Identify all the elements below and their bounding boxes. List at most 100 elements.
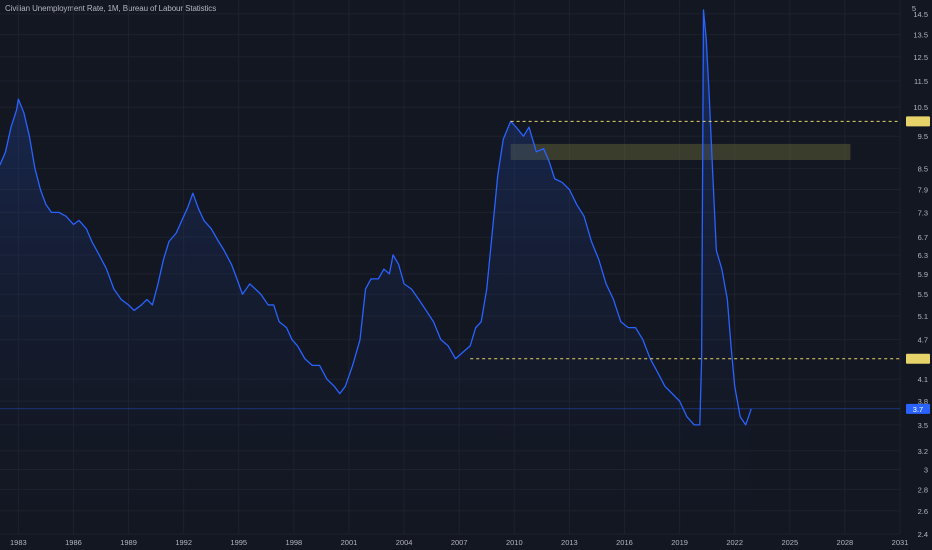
- y-tick-label: 5.5: [918, 290, 928, 299]
- y-tick-label: 4.7: [918, 336, 928, 345]
- data-point: [187, 208, 188, 209]
- data-point: [297, 345, 298, 346]
- y-tick-label: 10.5: [913, 103, 928, 112]
- data-point: [203, 220, 204, 221]
- data-point: [708, 91, 709, 92]
- x-tick-label: 2031: [892, 538, 909, 547]
- data-point: [345, 386, 346, 387]
- data-point: [523, 136, 524, 137]
- data-point: [242, 294, 243, 295]
- data-point: [23, 112, 24, 113]
- data-point: [383, 268, 384, 269]
- data-point: [163, 259, 164, 260]
- data-point: [133, 310, 134, 311]
- data-point: [528, 127, 529, 128]
- data-point: [378, 278, 379, 279]
- data-point: [236, 278, 237, 279]
- y-tick-label-top: 5: [912, 4, 916, 13]
- data-point: [657, 372, 658, 373]
- x-tick-label: 2001: [341, 538, 358, 547]
- series-area: [0, 9, 752, 534]
- y-tick-label: 12.5: [913, 53, 928, 62]
- data-point: [664, 386, 665, 387]
- data-point: [319, 365, 320, 366]
- data-point: [706, 38, 707, 39]
- data-point: [462, 352, 463, 353]
- data-point: [486, 288, 487, 289]
- x-tick-label: 2028: [837, 538, 854, 547]
- data-point: [686, 416, 687, 417]
- y-tick-label: 6.7: [918, 233, 928, 242]
- y-tick-label: 6.3: [918, 251, 928, 260]
- data-point: [286, 327, 287, 328]
- data-point: [433, 321, 434, 322]
- data-point: [78, 220, 79, 221]
- data-point: [392, 254, 393, 255]
- data-point: [740, 416, 741, 417]
- y-tick-label: 11.5: [914, 77, 928, 86]
- data-point: [516, 127, 517, 128]
- data-point: [29, 136, 30, 137]
- data-point: [268, 304, 269, 305]
- data-point: [470, 345, 471, 346]
- chart-canvas[interactable]: 1983 1986 1989 1992 1995 1998 2001 2004 2007 2010…: [0, 0, 932, 550]
- y-tick-label: 3.5: [918, 421, 928, 430]
- data-point: [481, 321, 482, 322]
- data-point: [734, 386, 735, 387]
- data-point: [598, 259, 599, 260]
- data-point: [721, 268, 722, 269]
- data-point: [146, 299, 147, 300]
- current-value-label: 3.7: [913, 405, 923, 414]
- data-point: [10, 127, 11, 128]
- x-tick-label: 2004: [396, 538, 413, 547]
- x-tick-label: 1992: [175, 538, 192, 547]
- data-point: [273, 304, 274, 305]
- data-point: [492, 232, 493, 233]
- y-tick-label: 8.5: [918, 164, 928, 173]
- data-point: [730, 345, 731, 346]
- data-point: [152, 304, 153, 305]
- y-tick-label: 9.5: [918, 132, 928, 141]
- data-point: [66, 216, 67, 217]
- horizontal-level-label: [906, 116, 930, 127]
- x-tick-label: 1983: [10, 538, 27, 547]
- x-tick-label: 1989: [120, 538, 137, 547]
- y-tick-label: 2.6: [918, 507, 928, 516]
- series-area-fill: [0, 9, 752, 534]
- data-point: [218, 241, 219, 242]
- data-point: [86, 228, 87, 229]
- data-point: [591, 241, 592, 242]
- data-point: [113, 288, 114, 289]
- x-tick-label: 2013: [561, 538, 578, 547]
- y-tick-label: 5.9: [918, 270, 928, 279]
- data-point: [128, 304, 129, 305]
- data-point: [576, 204, 577, 205]
- data-point: [121, 299, 122, 300]
- data-point: [642, 339, 643, 340]
- y-tick-label: 2.4: [918, 530, 928, 539]
- highlight-zone: [510, 143, 851, 160]
- data-point: [497, 175, 498, 176]
- data-point: [45, 204, 46, 205]
- data-point: [198, 208, 199, 209]
- data-point: [370, 278, 371, 279]
- data-point: [426, 310, 427, 311]
- data-point: [418, 299, 419, 300]
- data-point: [440, 339, 441, 340]
- data-point: [106, 268, 107, 269]
- data-point: [5, 151, 6, 152]
- data-point: [255, 288, 256, 289]
- data-point: [620, 321, 621, 322]
- y-tick-label: 3.2: [918, 447, 928, 456]
- data-point: [712, 171, 713, 172]
- y-tick-label: 7.3: [918, 208, 928, 217]
- resistance-zone[interactable]: [510, 143, 851, 160]
- data-point: [99, 254, 100, 255]
- y-tick-label: 3: [924, 465, 928, 474]
- data-point: [694, 424, 695, 425]
- data-point: [679, 401, 680, 402]
- data-point: [701, 358, 702, 359]
- data-point: [583, 216, 584, 217]
- data-point: [231, 264, 232, 265]
- data-point: [455, 358, 456, 359]
